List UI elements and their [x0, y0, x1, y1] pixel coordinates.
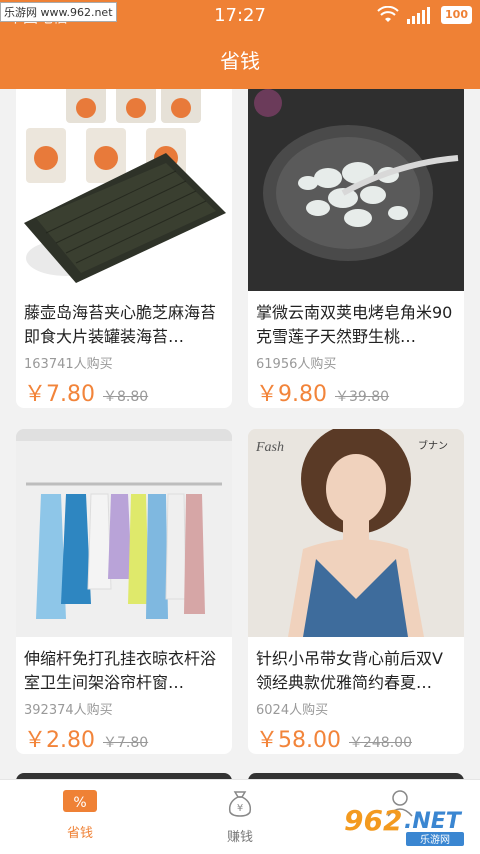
original-price: ￥8.80 — [103, 389, 149, 405]
svg-text:962: 962 — [344, 804, 402, 837]
current-price: ￥2.80 — [24, 728, 95, 753]
product-card[interactable]: Fash ブナン 针织小吊带女背心前后双V领经典款优雅简约春夏… 6024人购买… — [248, 429, 464, 754]
svg-text:.NET: .NET — [404, 809, 463, 834]
sold-count: 6024人购买 — [256, 703, 329, 718]
percent-coupon-icon: % — [63, 790, 97, 812]
sold-count: 61956人购买 — [256, 357, 337, 372]
tab-earn-money[interactable]: ¥ 赚钱 — [190, 788, 290, 845]
svg-text:¥: ¥ — [237, 803, 243, 814]
seaweed-image — [24, 89, 226, 283]
product-card[interactable]: 伸缩杆免打孔挂衣晾衣杆浴室卫生间架浴帘杆窗… 392374人购买 ￥2.80 ￥… — [16, 429, 232, 754]
original-price: ￥248.00 — [348, 735, 412, 751]
sold-count: 163741人购买 — [24, 357, 113, 372]
wifi-icon — [377, 6, 399, 22]
svg-text:Fash: Fash — [255, 440, 284, 455]
original-price: ￥39.80 — [335, 389, 390, 405]
current-price: ￥58.00 — [256, 728, 341, 753]
bottom-tab-bar: % 省钱 ¥ 赚钱 962 .NET 乐游网 — [0, 779, 480, 854]
sold-count: 392374人购买 — [24, 703, 113, 718]
product-image — [16, 89, 232, 291]
page-title: 省钱 — [0, 34, 480, 89]
product-list[interactable]: 藤壶岛海苔夹心脆芝麻海苔即食大片装罐装海苔… 163741人购买 ￥7.80 ￥… — [0, 89, 480, 779]
product-card[interactable]: 掌微云南双荚电烤皂角米90克雪莲子天然野生桃… 61956人购买 ￥9.80 ￥… — [248, 89, 464, 408]
original-price: ￥7.80 — [103, 735, 149, 751]
current-price: ￥7.80 — [24, 382, 95, 407]
signal-icon — [407, 7, 431, 24]
money-bag-icon: ¥ — [228, 791, 252, 817]
product-title: 藤壶岛海苔夹心脆芝麻海苔即食大片装罐装海苔… — [24, 303, 217, 346]
status-bar: 中国电信 乐游网 www.962.net 17:27 100 — [0, 0, 480, 34]
tab-label: 省钱 — [66, 826, 93, 841]
product-title: 针织小吊带女背心前后双V领经典款优雅简约春夏… — [256, 649, 443, 692]
soap-bean-bowl-image — [248, 89, 464, 291]
962-logo-icon: 962 .NET 乐游网 — [344, 804, 464, 846]
product-image — [16, 429, 232, 637]
product-image: Fash ブナン — [248, 429, 464, 637]
product-title: 伸缩杆免打孔挂衣晾衣杆浴室卫生间架浴帘杆窗… — [24, 649, 217, 692]
site-logo: 962 .NET 乐游网 — [342, 798, 472, 848]
product-title: 掌微云南双荚电烤皂角米90克雪莲子天然野生桃… — [256, 303, 453, 346]
product-card[interactable]: 藤壶岛海苔夹心脆芝麻海苔即食大片装罐装海苔… 163741人购买 ￥7.80 ￥… — [16, 89, 232, 408]
tab-label: 赚钱 — [226, 830, 253, 845]
svg-text:%: % — [73, 795, 86, 811]
current-price: ￥9.80 — [256, 382, 327, 407]
tab-save-money[interactable]: % 省钱 — [30, 788, 130, 841]
battery-indicator: 100 — [441, 6, 472, 24]
svg-text:ブナン: ブナン — [418, 439, 448, 452]
clothes-rack-image — [16, 429, 232, 637]
camisole-model-image: Fash ブナン — [248, 429, 464, 637]
svg-text:乐游网: 乐游网 — [420, 833, 450, 846]
product-image — [248, 89, 464, 291]
